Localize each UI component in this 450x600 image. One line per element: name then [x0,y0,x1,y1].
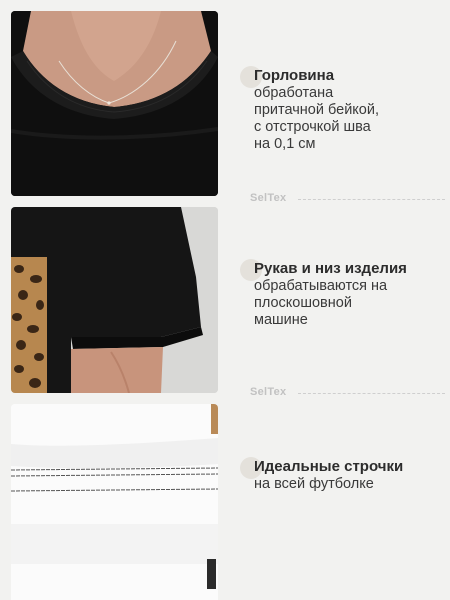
description-line: с отстрочкой шва [254,119,371,135]
dashed-divider [298,199,445,200]
neckline-photo [11,11,218,196]
description-line: обрабатываются на [254,278,388,294]
feature-description: на всей футболке [254,476,439,493]
brand-logo: SelTex [250,386,287,398]
description-line: машине [254,312,308,328]
description-line: на 0,1 см [254,136,316,152]
feature-title: Горловина [254,67,335,84]
description-line: плоскошовной [254,295,352,311]
description-line: обработана [254,85,334,101]
description-line: притачной бейкой, [254,102,379,118]
brand-logo: SelTex [250,192,287,204]
sleeve-photo [11,207,218,393]
description-line: на всей футболке [254,476,374,492]
brand-separator: SelTex [250,386,445,400]
brand-separator: SelTex [250,192,445,206]
feature-description: обрабатываются на плоскошовной машине [254,278,439,329]
dashed-divider [298,393,445,394]
feature-title: Идеальные строчки [254,458,404,475]
stitching-photo [11,404,218,600]
feature-title: Рукав и низ изделия [254,260,407,277]
feature-description: обработана притачной бейкой, с отстрочко… [254,85,439,153]
